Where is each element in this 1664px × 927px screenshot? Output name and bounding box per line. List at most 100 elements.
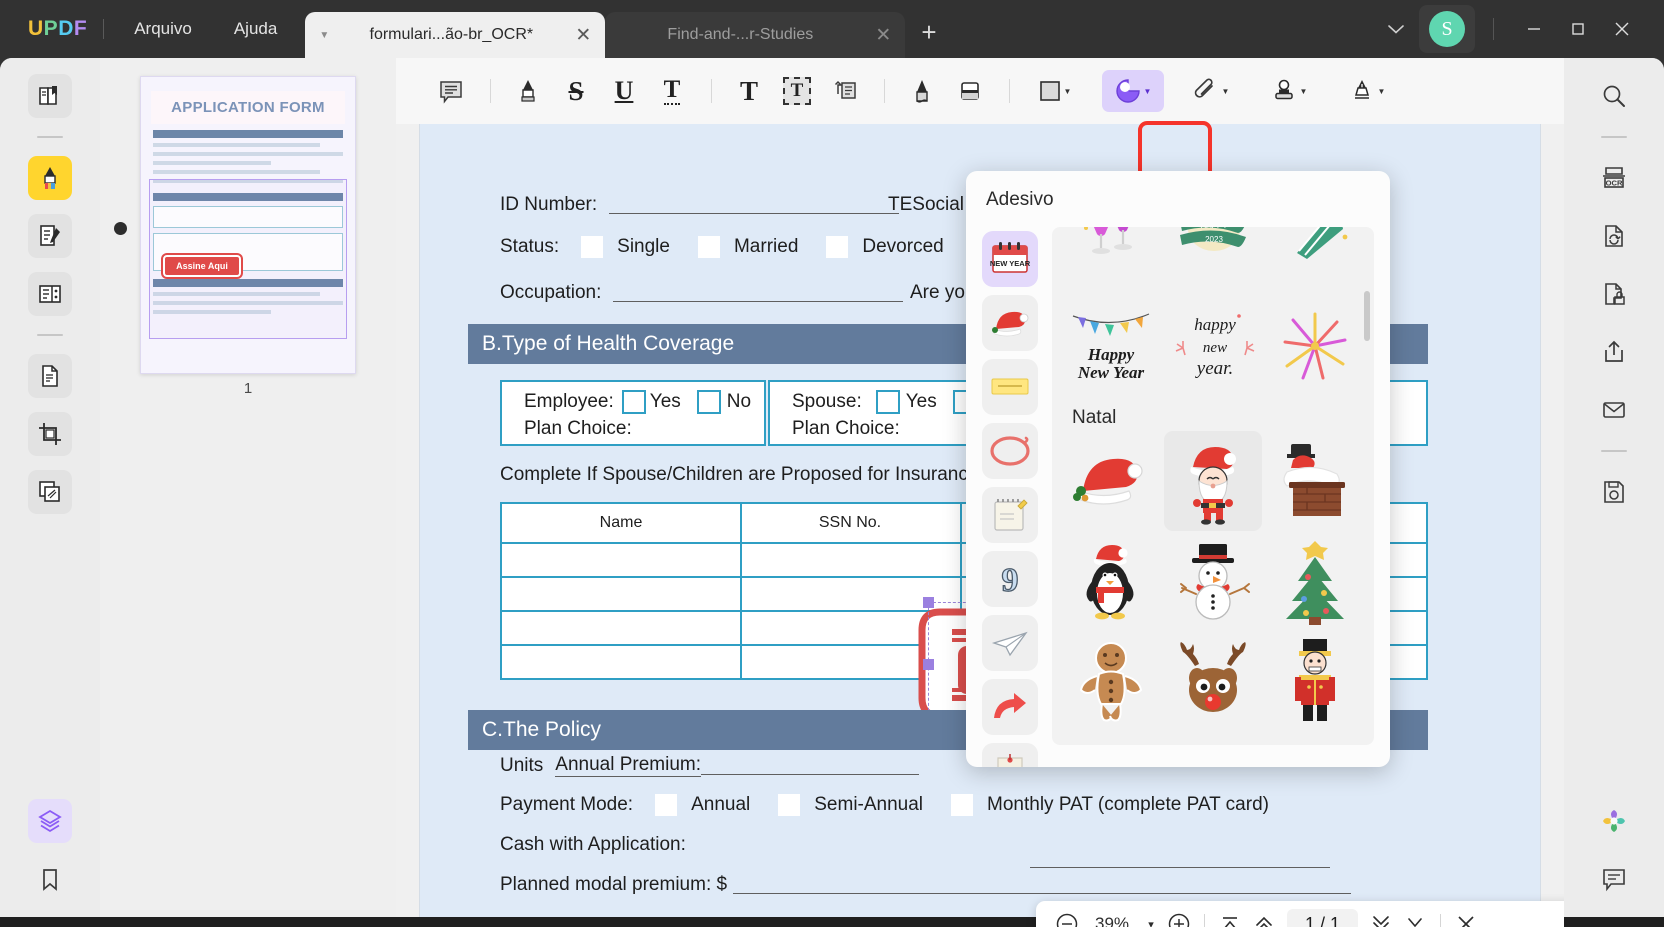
close-button[interactable]	[1600, 9, 1644, 49]
sticker-grid-scrollbar[interactable]	[1364, 291, 1370, 341]
signature-tool[interactable]: ▼	[1336, 70, 1398, 112]
sticker-panel[interactable]: Adesivo NEW YEAR	[966, 171, 1390, 767]
sticker-happy-new-year-bunting[interactable]: HappyNew Year	[1062, 297, 1160, 397]
text-tool[interactable]: T	[726, 70, 772, 112]
doc-checkbox-devorced[interactable]	[826, 236, 848, 258]
tab-2-close-icon[interactable]: ✕	[875, 26, 891, 45]
zoom-dropdown-icon[interactable]: ▾	[1140, 906, 1162, 927]
attachment-tool[interactable]: ▼	[1180, 70, 1242, 112]
tab-1-close-icon[interactable]: ✕	[575, 26, 591, 45]
doc-input-occupation[interactable]	[613, 284, 903, 302]
sticker-cat-number-nine[interactable]: 9	[982, 551, 1038, 607]
sidebar-item-bookmark[interactable]	[28, 857, 72, 901]
sticker-snowman[interactable]	[1164, 531, 1262, 631]
chevron-down-icon[interactable]: ▼	[1378, 87, 1386, 96]
shapes-tool[interactable]: ▼	[1024, 70, 1086, 112]
tab-document-2[interactable]: Find-and-...r-Studies ✕	[605, 12, 905, 58]
sticker-cat-paper-plane[interactable]	[982, 615, 1038, 671]
page-indicator[interactable]: 1 / 1	[1287, 909, 1358, 927]
comments-panel-button[interactable]	[1592, 857, 1636, 901]
sidebar-item-convert[interactable]	[28, 354, 72, 398]
sidebar-item-annotate[interactable]	[28, 156, 72, 200]
squiggly-underline-tool[interactable]: T	[649, 70, 695, 112]
sticker-tool[interactable]: ▼	[1102, 70, 1164, 112]
chevron-down-icon[interactable]	[1373, 15, 1419, 43]
doc-checkbox-married[interactable]	[698, 236, 720, 258]
doc-checkbox-monthly-pat[interactable]	[951, 794, 973, 816]
strikethrough-tool[interactable]: S	[553, 70, 599, 112]
search-button[interactable]	[1592, 74, 1636, 118]
doc-checkbox-employee-yes[interactable]	[622, 390, 646, 414]
email-button[interactable]	[1592, 388, 1636, 432]
share-button[interactable]	[1592, 330, 1636, 374]
callout-tool[interactable]	[822, 70, 868, 112]
sticker-champagne-glasses[interactable]	[1062, 227, 1160, 295]
pencil-tool[interactable]	[899, 70, 945, 112]
sticker-happy-2023-banner[interactable]: HAPPY2023	[1164, 227, 1262, 295]
doc-input-annual-premium[interactable]	[701, 757, 919, 775]
chevron-down-icon[interactable]: ▼	[1222, 87, 1230, 96]
panel-resize-handle[interactable]	[114, 222, 127, 235]
protect-button[interactable]	[1592, 272, 1636, 316]
sticker-santa-hat[interactable]	[1062, 431, 1160, 531]
sidebar-item-reader[interactable]	[28, 74, 72, 118]
doc-input-planned-premium[interactable]	[733, 876, 1351, 894]
sticker-nutcracker[interactable]	[1266, 631, 1364, 731]
doc-checkbox-spouse-yes[interactable]	[876, 390, 900, 414]
sticker-gingerbread-man[interactable]	[1062, 631, 1160, 731]
sticker-category-list[interactable]: NEW YEAR 9	[966, 227, 1050, 767]
sticker-party-popper[interactable]	[1266, 227, 1364, 295]
ai-assistant-button[interactable]	[1592, 799, 1636, 843]
text-box-tool[interactable]: T	[774, 70, 820, 112]
resize-handle-w[interactable]	[923, 659, 934, 670]
tab-document-1[interactable]: ▼ formulari...ão-br_OCR* ✕	[305, 12, 605, 58]
sticker-cat-red-circle[interactable]	[982, 423, 1038, 479]
sticker-cat-notepad[interactable]	[982, 487, 1038, 543]
chevron-down-icon[interactable]: ▼	[1144, 87, 1152, 96]
sidebar-item-batch[interactable]	[28, 470, 72, 514]
sticker-cat-red-arrow[interactable]	[982, 679, 1038, 735]
sticker-cat-sticky-note[interactable]	[982, 359, 1038, 415]
note-comment-tool[interactable]	[428, 70, 474, 112]
account-button[interactable]: S	[1419, 5, 1475, 53]
first-page-button[interactable]	[1213, 906, 1247, 927]
sticker-firework[interactable]	[1266, 297, 1364, 397]
resize-handle-nw[interactable]	[923, 597, 934, 608]
sticker-cat-new-year[interactable]: NEW YEAR	[982, 231, 1038, 287]
maximize-button[interactable]	[1556, 9, 1600, 49]
eraser-tool[interactable]	[947, 70, 993, 112]
page-thumbnail-1[interactable]: APPLICATION FORM Assine Aqui	[140, 76, 356, 374]
save-as-button[interactable]	[1592, 470, 1636, 514]
sticker-grid[interactable]: HAPPY2023 HappyNew Year	[1052, 227, 1374, 745]
stamp-tool[interactable]: ▼	[1258, 70, 1320, 112]
new-tab-button[interactable]: +	[921, 17, 936, 48]
chevron-down-icon[interactable]: ▼	[1300, 87, 1308, 96]
sticker-santa-chimney[interactable]	[1266, 431, 1364, 531]
sidebar-item-organize-pages[interactable]	[28, 272, 72, 316]
last-page-button[interactable]	[1398, 906, 1432, 927]
tab-dropdown-icon[interactable]: ▼	[319, 30, 329, 41]
convert-button[interactable]	[1592, 214, 1636, 258]
next-page-button[interactable]	[1364, 906, 1398, 927]
doc-input-id-number[interactable]	[609, 196, 899, 214]
prev-page-button[interactable]	[1247, 906, 1281, 927]
zoom-out-button[interactable]	[1050, 906, 1084, 927]
sticker-santa-claus[interactable]	[1164, 431, 1262, 531]
sidebar-item-crop[interactable]	[28, 412, 72, 456]
sticker-cat-pinned-note[interactable]	[982, 743, 1038, 767]
doc-checkbox-semi-annual[interactable]	[778, 794, 800, 816]
sidebar-item-layers[interactable]	[28, 799, 72, 843]
menu-arquivo[interactable]: Arquivo	[120, 13, 206, 45]
sticker-penguin[interactable]	[1062, 531, 1160, 631]
zoom-in-button[interactable]	[1162, 906, 1196, 927]
sticker-happy-new-year-script[interactable]: happynewyear.	[1164, 297, 1262, 397]
doc-checkbox-annual[interactable]	[655, 794, 677, 816]
highlight-tool[interactable]	[505, 70, 551, 112]
sticker-christmas-tree[interactable]	[1266, 531, 1364, 631]
ocr-button[interactable]: OCR	[1592, 156, 1636, 200]
sidebar-item-edit-pdf[interactable]	[28, 214, 72, 258]
menu-ajuda[interactable]: Ajuda	[220, 13, 291, 45]
doc-checkbox-employee-no[interactable]	[697, 390, 721, 414]
chevron-down-icon[interactable]: ▼	[1064, 87, 1072, 96]
close-zoombar-button[interactable]	[1449, 906, 1483, 927]
